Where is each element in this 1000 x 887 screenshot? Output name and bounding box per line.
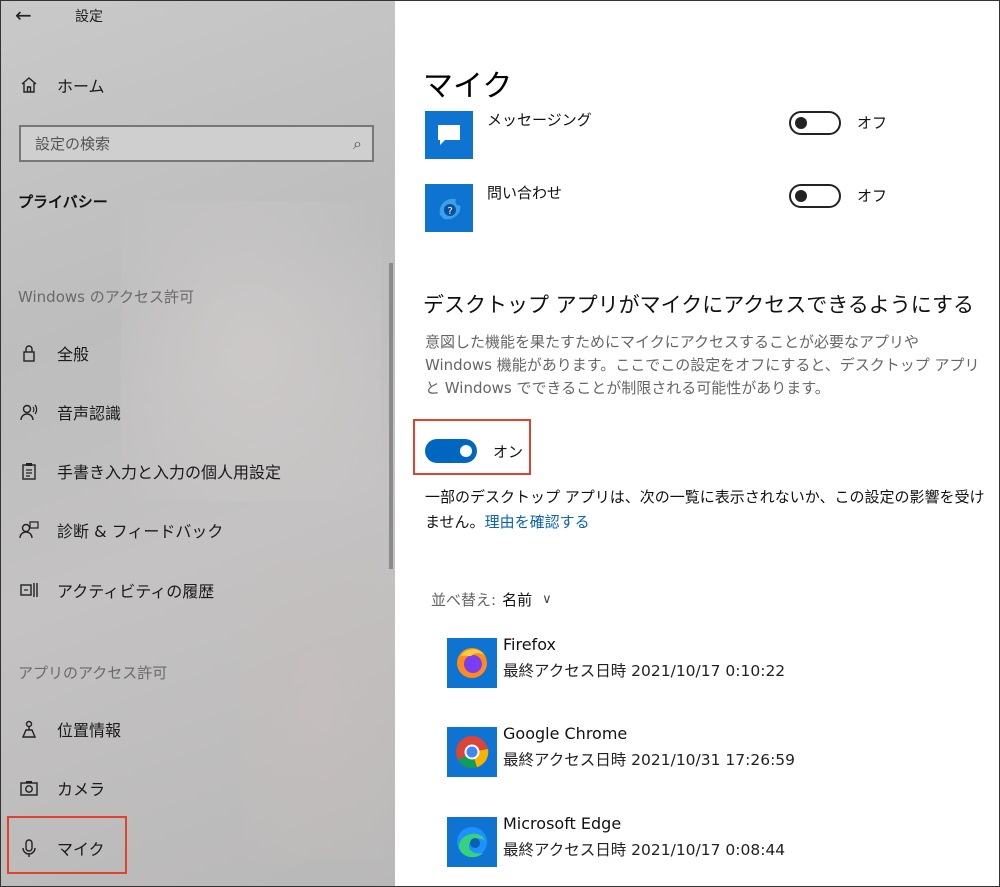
help-icon: ? xyxy=(425,184,473,232)
app-name: Microsoft Edge xyxy=(503,814,622,833)
sidebar-item-label: 全般 xyxy=(57,345,90,364)
desktop-apps-note: 一部のデスクトップ アプリは、次の一覧に表示されないか、この設定の影響を受けませ… xyxy=(425,485,995,535)
desktop-apps-description: 意図した機能を果たすためにマイクにアクセスすることが必要なアプリや Window… xyxy=(425,333,980,397)
search-icon[interactable]: ⌕ xyxy=(353,134,362,154)
feedback-icon xyxy=(1,520,57,540)
sidebar: ← 設定 ホーム 設定の検索 ⌕ プライバシー Windows のアクセス許可 … xyxy=(1,1,401,886)
chrome-icon xyxy=(447,727,497,777)
sidebar-item-diagnostics[interactable]: 診断 & フィードバック xyxy=(1,508,395,552)
desktop-apps-heading: デスクトップ アプリがマイクにアクセスできるようにする xyxy=(423,293,974,317)
svg-text:?: ? xyxy=(448,206,453,217)
app-name: メッセージング xyxy=(487,111,592,129)
sidebar-scrollbar[interactable] xyxy=(389,263,393,569)
sidebar-item-label: ホーム xyxy=(57,77,105,96)
sidebar-item-home[interactable]: ホーム xyxy=(1,63,395,107)
location-icon xyxy=(1,719,57,739)
sidebar-item-label: カメラ xyxy=(57,780,106,799)
last-access: 最終アクセス日時 2021/10/17 0:10:22 xyxy=(503,662,786,680)
toggle-label: オフ xyxy=(857,114,888,132)
sort-label: 並べ替え: xyxy=(431,591,497,609)
app-name: Google Chrome xyxy=(503,724,628,743)
learn-why-link[interactable]: 理由を確認する xyxy=(485,513,590,531)
title-bar: ← 設定 xyxy=(1,1,395,31)
sidebar-item-location[interactable]: 位置情報 xyxy=(1,707,395,751)
message-icon xyxy=(425,111,473,159)
highlight-box-microphone xyxy=(7,816,127,874)
search-placeholder: 設定の検索 xyxy=(35,135,111,153)
camera-icon xyxy=(1,778,57,798)
back-arrow-icon[interactable]: ← xyxy=(15,3,32,27)
section-windows-permissions: Windows のアクセス許可 xyxy=(18,288,194,306)
sidebar-item-label: 手書き入力と入力の個人用設定 xyxy=(57,463,282,482)
highlight-box-toggle xyxy=(413,419,531,475)
sidebar-item-label: アクティビティの履歴 xyxy=(57,582,215,601)
sidebar-item-general[interactable]: 全般 xyxy=(1,331,395,375)
get-help-toggle[interactable] xyxy=(789,184,841,208)
window-title: 設定 xyxy=(75,9,103,25)
app-name: Firefox xyxy=(503,635,556,654)
sidebar-item-activity-history[interactable]: アクティビティの履歴 xyxy=(1,568,395,612)
last-access: 最終アクセス日時 2021/10/31 17:26:59 xyxy=(503,751,796,769)
clipboard-icon xyxy=(1,461,57,481)
speech-icon xyxy=(1,402,57,422)
sidebar-item-label: 診断 & フィードバック xyxy=(57,522,224,541)
list-item-chrome: Google Chrome 最終アクセス日時 2021/10/31 17:26:… xyxy=(447,724,967,777)
app-name: 問い合わせ xyxy=(487,184,563,202)
search-input[interactable]: 設定の検索 ⌕ xyxy=(19,125,374,162)
sort-dropdown[interactable]: 並べ替え: 名前 ∨ xyxy=(431,589,552,610)
toggle-label: オフ xyxy=(857,187,888,205)
timeline-icon xyxy=(1,580,57,600)
sidebar-heading: プライバシー xyxy=(18,193,108,211)
app-row-get-help: ? 問い合わせ オフ xyxy=(425,184,985,232)
sidebar-item-camera[interactable]: カメラ xyxy=(1,766,395,810)
app-row-messaging: メッセージング オフ xyxy=(425,111,985,159)
sidebar-item-inking[interactable]: 手書き入力と入力の個人用設定 xyxy=(1,449,395,493)
lock-icon xyxy=(1,343,57,363)
sidebar-item-speech[interactable]: 音声認識 xyxy=(1,390,395,434)
main-content: マイク メッセージング オフ ? 問い合わせ オフ デスクトップ アプリがマイク… xyxy=(395,1,999,886)
chevron-down-icon: ∨ xyxy=(542,592,552,607)
settings-window: ← 設定 ホーム 設定の検索 ⌕ プライバシー Windows のアクセス許可 … xyxy=(0,0,1000,887)
home-icon xyxy=(1,75,57,95)
page-title: マイク xyxy=(423,69,513,104)
section-app-permissions: アプリのアクセス許可 xyxy=(18,664,168,682)
sidebar-item-label: 音声認識 xyxy=(57,404,122,423)
sidebar-item-label: 位置情報 xyxy=(57,721,122,740)
edge-icon xyxy=(447,817,497,867)
messaging-toggle[interactable] xyxy=(789,111,841,135)
list-item-firefox: Firefox 最終アクセス日時 2021/10/17 0:10:22 xyxy=(447,635,967,688)
sort-value: 名前 xyxy=(502,591,533,609)
last-access: 最終アクセス日時 2021/10/17 0:08:44 xyxy=(503,841,786,859)
list-item-edge: Microsoft Edge 最終アクセス日時 2021/10/17 0:08:… xyxy=(447,814,967,867)
firefox-icon xyxy=(447,638,497,688)
